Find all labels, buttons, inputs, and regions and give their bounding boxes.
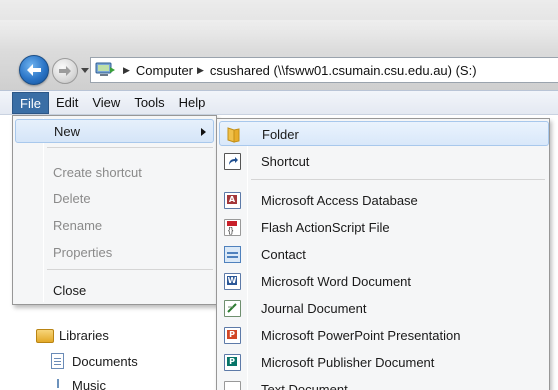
menu-edit[interactable]: Edit [49,92,85,114]
menu-item-label: Contact [261,247,306,262]
documents-icon [51,353,64,369]
tree-item-documents[interactable]: Documents [51,353,138,369]
address-bar[interactable]: ▶ Computer ▶ csushared (\\fsww01.csumain… [90,57,558,83]
menu-item-label: Close [53,282,87,298]
menu-item-label: Create shortcut [53,164,142,180]
menu-item-label: Shortcut [261,154,310,169]
access-icon: A [224,192,241,209]
new-text-document-item[interactable]: Text Document [219,377,549,390]
folder-icon [225,126,242,143]
tree-item-label: Documents [72,353,138,369]
back-arrow-icon [27,64,41,76]
text-document-icon [224,381,241,390]
publisher-icon: P [224,354,241,371]
menu-item-label: Folder [262,127,299,142]
history-dropdown-icon[interactable] [80,65,90,75]
breadcrumb-separator-icon[interactable]: ▶ [123,65,130,76]
file-menu-properties[interactable]: Properties [15,240,214,264]
libraries-icon [36,328,54,343]
word-icon: W [224,273,241,290]
new-submenu: Folder Shortcut A Microsoft Access Datab… [216,118,550,390]
menu-item-label: Rename [53,217,103,233]
breadcrumb-computer[interactable]: Computer [136,63,193,78]
menu-separator [47,269,213,270]
menu-view[interactable]: View [85,92,127,114]
menu-file[interactable]: File [12,91,49,114]
menu-item-label: Microsoft Word Document [261,274,412,289]
shortcut-icon [224,153,241,170]
new-word-document-item[interactable]: W Microsoft Word Document [219,269,549,294]
menu-separator [251,179,545,180]
menu-item-label: Properties [53,244,113,260]
tree-item-music[interactable]: Music [51,378,106,390]
new-contact-item[interactable]: Contact [219,242,549,267]
tree-item-label: Music [72,378,106,390]
menu-separator [47,147,213,148]
forward-button[interactable] [52,58,78,84]
journal-icon [224,300,241,317]
menu-help[interactable]: Help [172,92,213,114]
computer-icon [94,61,116,79]
menu-gutter [43,118,44,302]
back-button[interactable] [19,55,49,85]
file-menu-new[interactable]: New [15,119,214,143]
navigation-bar: ▶ Computer ▶ csushared (\\fsww01.csumain… [0,51,558,91]
powerpoint-icon: P [224,327,241,344]
menu-item-label: Flash ActionScript File [261,220,390,235]
menu-tools[interactable]: Tools [127,92,171,114]
new-publisher-item[interactable]: P Microsoft Publisher Document [219,350,549,375]
menu-item-label: New [54,123,81,139]
menu-item-label: Text Document [261,382,348,390]
file-menu-rename[interactable]: Rename [15,213,214,237]
menu-item-label: Delete [53,190,91,206]
new-folder-item[interactable]: Folder [219,121,549,146]
menu-item-label: Microsoft Publisher Document [261,355,435,370]
new-actionscript-item[interactable]: {} Flash ActionScript File [219,215,549,240]
breadcrumb-drive[interactable]: csushared (\\fsww01.csumain.csu.edu.au) … [210,63,477,78]
forward-arrow-icon [59,66,71,76]
submenu-arrow-icon [201,128,206,136]
file-menu-create-shortcut[interactable]: Create shortcut [15,160,214,184]
new-journal-document-item[interactable]: Journal Document [219,296,549,321]
new-powerpoint-item[interactable]: P Microsoft PowerPoint Presentation [219,323,549,348]
menu-item-label: Journal Document [261,301,367,316]
actionscript-icon: {} [224,219,241,236]
tree-item-label: Libraries [59,328,109,343]
file-menu: New Create shortcut Delete Rename Proper… [12,115,217,305]
new-shortcut-item[interactable]: Shortcut [219,149,549,174]
new-access-database-item[interactable]: A Microsoft Access Database [219,188,549,213]
menu-item-label: Microsoft PowerPoint Presentation [261,328,461,343]
file-menu-close[interactable]: Close [15,278,214,302]
contact-icon [224,246,241,263]
menu-bar: File Edit View Tools Help [0,90,558,115]
file-menu-delete[interactable]: Delete [15,186,214,210]
tree-item-libraries[interactable]: Libraries [36,328,109,343]
breadcrumb-separator-icon[interactable]: ▶ [197,65,204,76]
music-icon [51,378,64,390]
menu-item-label: Microsoft Access Database [261,193,418,208]
